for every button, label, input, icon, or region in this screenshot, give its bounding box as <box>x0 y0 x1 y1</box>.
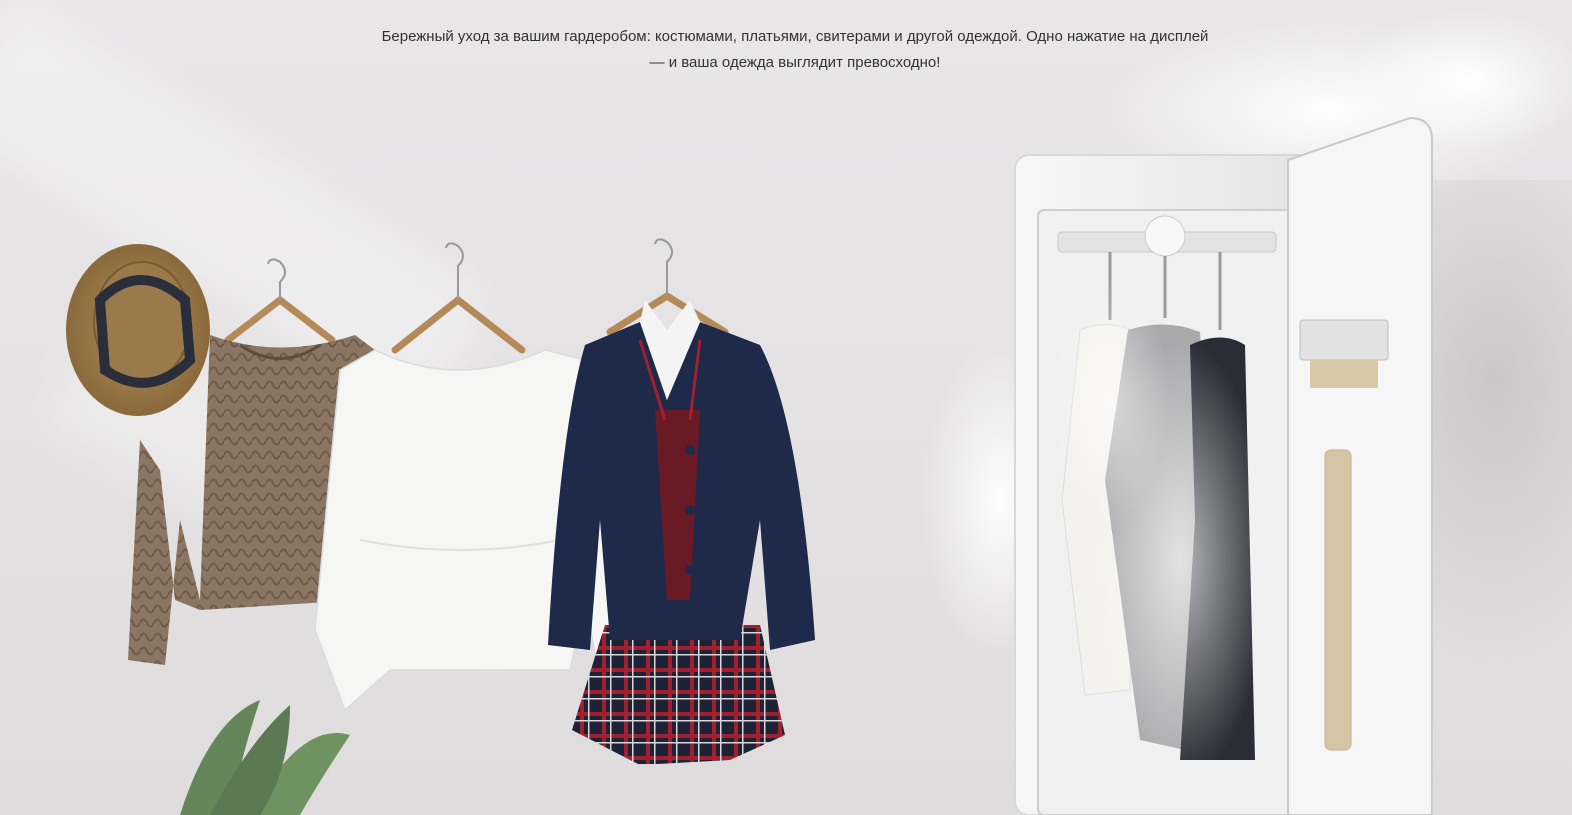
product-illustration <box>66 10 1572 815</box>
hat <box>66 244 210 416</box>
hero-banner: Бережный уход за вашим гардеробом: костю… <box>0 0 1572 815</box>
plaid-skirt <box>572 625 785 765</box>
hanger-hook <box>267 238 673 300</box>
plant <box>180 700 350 815</box>
steam-closet <box>1014 116 1433 815</box>
school-blazer <box>548 300 815 650</box>
